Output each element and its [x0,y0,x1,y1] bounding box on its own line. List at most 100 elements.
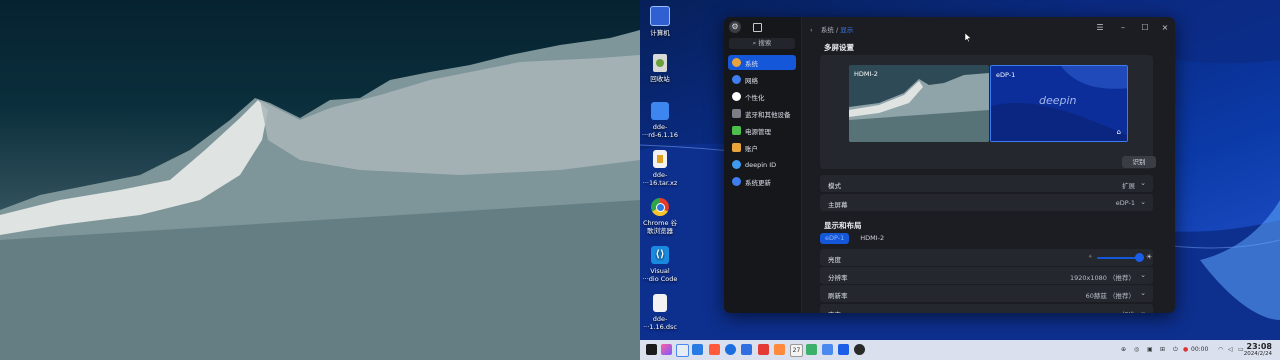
clock[interactable]: 23:08 2024/2/24 [1244,342,1272,358]
chevron-down-icon: ⌄ [1140,179,1146,187]
record-tray-icon[interactable]: ● [1183,346,1188,353]
tab-edp-1[interactable]: eDP-1 [820,233,850,244]
tray-icon-3[interactable]: ▣ [1147,346,1153,353]
chrome-icon [651,198,669,216]
mail-icon[interactable] [741,344,752,355]
system-icon [732,58,741,67]
sidebar-toggle-icon[interactable] [753,23,762,32]
sidebar-item-label: 网络 [745,76,758,85]
minimize-icon[interactable]: – [1118,23,1128,33]
desktop-icon-chrome[interactable]: Chrome 谷 歌浏览器 [638,198,682,235]
network-icon [732,75,741,84]
home-icon: ⌂ [1116,128,1121,136]
sidebar-item-power[interactable]: 电源管理 [728,123,796,138]
sidebar-item-account[interactable]: 账户 [728,140,796,155]
chevron-down-icon: ⌄ [1140,198,1146,206]
mode-row[interactable]: 模式 扩展 ⌄ [820,175,1153,192]
mode-value: 扩展 [1122,182,1135,190]
sidebar-item-update[interactable]: 系统更新 [728,174,796,189]
brightness-label: 亮度 [828,256,841,264]
terminal-icon[interactable] [806,344,817,355]
refresh-rate-row[interactable]: 刷新率 60赫兹 （推荐） ⌄ [820,285,1153,302]
brightness-fill [1097,257,1140,259]
wallpaper-mountain [0,0,640,360]
sidebar-item-network[interactable]: 网络 [728,72,796,87]
settings-main: ‹ 系统 / 显示 ☰ – ☐ × 多屏设置 HDMI-2 deepin eDP… [802,17,1175,313]
update-icon [732,177,741,186]
desktop-icon-folder[interactable]: dde- ···rd-6.1.16 [638,102,682,139]
chevron-down-icon: ⌄ [1140,289,1146,297]
desktop-icon-archive[interactable]: dde- ···16.tar.xz [638,150,682,187]
app-logo-icon: ⚙ [729,21,741,33]
archive-icon [653,150,667,168]
desktop-icon-document[interactable]: dde- ···1.16.dsc [638,294,682,331]
desktop-icon-label: 计算机 [650,29,670,37]
desktop-icon-label: 回收站 [650,75,670,83]
multi-screen-title: 多屏设置 [824,43,854,52]
sidebar-item-label: 系统 [745,59,758,68]
trash-icon [653,54,667,72]
tray-icon-4[interactable]: ⊞ [1160,346,1165,353]
calendar-icon[interactable]: 27 [790,344,803,357]
rotation-row[interactable]: 方向 标准 ⌄ [820,304,1153,313]
sidebar-item-personalization[interactable]: 个性化 [728,89,796,104]
control-center-icon[interactable] [854,344,865,355]
wifi-icon[interactable]: ◠ [1218,346,1223,353]
sidebar-item-label: 蓝牙和其他设备 [745,110,791,119]
monitor-label: HDMI-2 [854,70,878,78]
sidebar-item-deepin-id[interactable]: deepin ID [728,157,796,172]
bluetooth-icon [732,109,741,118]
personalization-icon [732,92,741,101]
desktop-icon-vscode[interactable]: ⟨⟩ Visual ···dio Code [638,246,682,283]
browser-icon[interactable] [725,344,736,355]
breadcrumb: ‹ 系统 / 显示 [810,24,853,34]
brightness-slider[interactable] [1097,253,1145,262]
monitor-label: eDP-1 [996,71,1016,79]
breadcrumb-current: 显示 [840,26,854,34]
desktop-icon-trash[interactable]: 回收站 [638,54,682,83]
app-store-icon[interactable] [709,344,720,355]
cloud-icon [732,160,741,169]
photos-icon[interactable] [774,344,785,355]
close-icon[interactable]: × [1160,23,1170,33]
desktop-icon-label: Visual ···dio Code [642,267,678,283]
search-taskbar-icon[interactable] [676,344,689,357]
text-editor-icon[interactable] [822,344,833,355]
multitask-icon[interactable] [661,344,672,355]
search-input[interactable]: ⌕ 搜索 [729,38,795,49]
sidebar-item-label: 账户 [745,144,758,153]
primary-screen-row[interactable]: 主屏幕 eDP-1 ⌄ [820,194,1153,211]
identify-button[interactable]: 识别 [1122,156,1156,168]
tray-icon-2[interactable]: ◎ [1134,346,1139,353]
sidebar-item-bluetooth[interactable]: 蓝牙和其他设备 [728,106,796,121]
refresh-rate-label: 刷新率 [828,292,848,300]
launcher-icon[interactable] [646,344,657,355]
music-icon[interactable] [758,344,769,355]
desktop-icon-label: Chrome 谷 歌浏览器 [642,219,678,235]
sidebar-item-label: deepin ID [745,160,777,169]
back-icon[interactable]: ‹ [810,26,813,34]
sidebar-item-label: 系统更新 [745,178,771,187]
tab-hdmi-2[interactable]: HDMI-2 [855,233,889,244]
desktop-icon-computer[interactable]: 计算机 [638,6,682,37]
monitor-hdmi-2[interactable]: HDMI-2 [849,65,989,142]
menu-icon[interactable]: ☰ [1095,23,1105,33]
sidebar-item-label: 个性化 [745,93,765,102]
search-placeholder: 搜索 [758,39,772,47]
tray-icon-1[interactable]: ⊕ [1121,346,1126,353]
folder-icon [651,102,669,120]
brightness-handle[interactable] [1135,253,1145,262]
monitor-edp-1[interactable]: deepin eDP-1 ⌂ [990,65,1128,142]
rotation-value: 标准 [1122,309,1135,313]
resolution-label: 分辨率 [828,274,848,282]
mouse-cursor-icon [964,32,972,43]
power-tray-icon[interactable]: ⏻ [1173,346,1178,354]
resolution-row[interactable]: 分辨率 1920x1080 （推荐） ⌄ [820,267,1153,284]
volume-icon[interactable]: ◁ [1228,346,1233,353]
breadcrumb-root[interactable]: 系统 [821,26,834,34]
sidebar-item-system[interactable]: 系统 [728,55,796,70]
settings-taskbar-icon[interactable] [838,344,849,355]
file-manager-icon[interactable] [692,344,703,355]
tray-timer-text: 00:00 [1191,346,1209,353]
maximize-icon[interactable]: ☐ [1140,23,1150,33]
